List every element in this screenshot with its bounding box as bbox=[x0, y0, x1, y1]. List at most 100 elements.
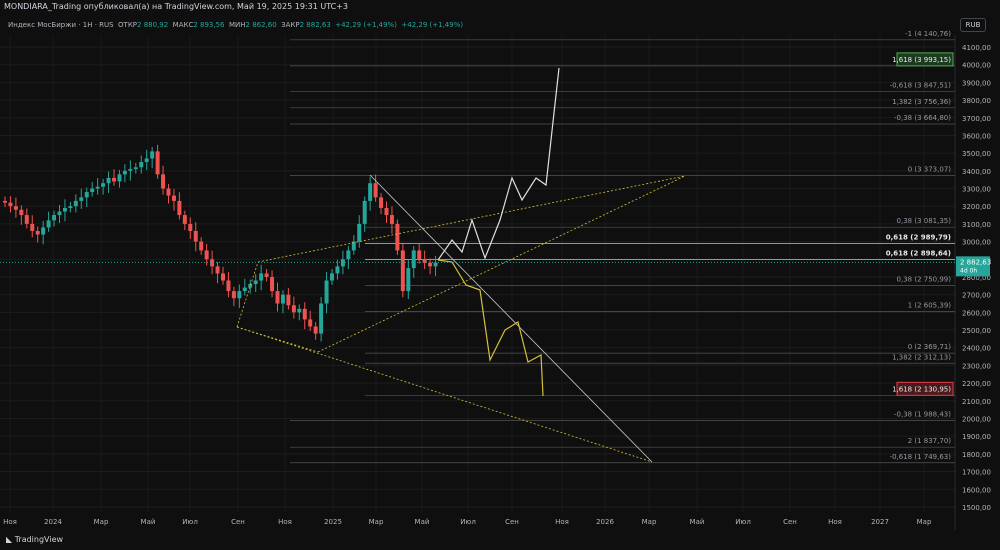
x-tick-label: Мар bbox=[369, 518, 384, 526]
candle bbox=[237, 291, 242, 299]
x-tick-label: Май bbox=[415, 518, 430, 526]
y-tick-label: 1500,00 bbox=[962, 504, 991, 512]
candle bbox=[411, 250, 416, 269]
candle bbox=[226, 280, 231, 292]
candle bbox=[313, 326, 318, 334]
candle bbox=[330, 273, 334, 281]
y-tick-label: 3000,00 bbox=[962, 239, 991, 247]
candle bbox=[259, 273, 264, 281]
symbol-name[interactable]: Индекс МосБиржи · 1H · RUS bbox=[8, 21, 114, 29]
fib-level-label: 0,38 (3 081,35) bbox=[897, 217, 952, 225]
candle bbox=[30, 223, 35, 231]
candle bbox=[8, 202, 13, 207]
candle bbox=[161, 174, 166, 189]
candle bbox=[297, 308, 302, 313]
candle bbox=[112, 177, 116, 182]
bullish-projection-path bbox=[437, 67, 560, 261]
candle bbox=[35, 230, 40, 235]
x-tick-label: Ноя bbox=[3, 518, 17, 526]
candle bbox=[264, 273, 269, 277]
x-tick-label: Сен bbox=[231, 518, 245, 526]
y-tick-label: 3400,00 bbox=[962, 168, 991, 176]
candle bbox=[3, 200, 7, 203]
y-tick-label: 2200,00 bbox=[962, 380, 991, 388]
candle bbox=[73, 200, 78, 207]
y-tick-label: 1800,00 bbox=[962, 451, 991, 459]
candle bbox=[433, 262, 438, 267]
candle bbox=[24, 215, 29, 224]
candle bbox=[417, 250, 422, 260]
y-tick-label: 2000,00 bbox=[962, 415, 991, 423]
y-tick-label: 2500,00 bbox=[962, 327, 991, 335]
candle bbox=[150, 151, 155, 159]
candle bbox=[275, 291, 280, 304]
fib-level-label: 1,382 (2 312,13) bbox=[892, 353, 951, 361]
x-tick-label: Май bbox=[690, 518, 705, 526]
x-tick-label: 2024 bbox=[44, 518, 62, 526]
currency-button[interactable]: RUB bbox=[960, 18, 986, 32]
candle bbox=[133, 167, 138, 170]
change-value-2: +42,29 (+1,49%) bbox=[401, 21, 464, 29]
candle bbox=[177, 200, 182, 216]
low-value: 2 862,60 bbox=[245, 21, 277, 29]
candle bbox=[182, 215, 187, 224]
fib-level-label: 0 (2 369,71) bbox=[908, 343, 952, 351]
candle bbox=[286, 294, 291, 306]
candle bbox=[253, 280, 258, 285]
trend-line bbox=[317, 175, 686, 353]
fib-level-label: 2 (1 837,70) bbox=[908, 437, 952, 445]
y-tick-label: 3300,00 bbox=[962, 186, 991, 194]
close-value: 2 882,63 bbox=[299, 21, 331, 29]
price-chart[interactable]: 4100,00 4000,00 3900,00 3800,00 3700,00 3600,… bbox=[0, 0, 1000, 530]
candle bbox=[46, 220, 51, 228]
x-tick-label: Май bbox=[141, 518, 156, 526]
candle bbox=[231, 291, 236, 299]
candle bbox=[57, 211, 62, 216]
candle bbox=[319, 303, 324, 334]
candle bbox=[373, 183, 378, 198]
x-tick-label: Ноя bbox=[278, 518, 292, 526]
y-tick-label: 3200,00 bbox=[962, 203, 991, 211]
candle bbox=[248, 284, 253, 288]
fib-level-label: 0,38 (2 750,99) bbox=[897, 276, 952, 284]
fib-level-label: 1,618 (3 993,15) bbox=[892, 56, 951, 64]
candle bbox=[144, 158, 149, 162]
x-tick-label: Мар bbox=[642, 518, 657, 526]
candle bbox=[242, 287, 247, 292]
countdown: 4d 0h bbox=[960, 267, 977, 274]
high-label: МАКС bbox=[172, 21, 194, 29]
candle bbox=[362, 200, 367, 224]
y-tick-label: 3100,00 bbox=[962, 221, 991, 229]
candle bbox=[357, 223, 362, 242]
candle bbox=[68, 206, 73, 208]
candle bbox=[280, 294, 285, 304]
candle bbox=[368, 183, 373, 201]
x-tick-label: Мар bbox=[94, 518, 109, 526]
x-tick-label: Ноя bbox=[828, 518, 842, 526]
candle bbox=[106, 177, 111, 184]
candle bbox=[308, 319, 313, 327]
y-tick-label: 3500,00 bbox=[962, 150, 991, 158]
fib-level-label: 1 (2 605,39) bbox=[908, 301, 952, 309]
candle bbox=[406, 268, 411, 292]
candle bbox=[41, 227, 46, 235]
fib-level-label: -0,618 (3 847,51) bbox=[890, 82, 952, 90]
y-tick-label: 1900,00 bbox=[962, 433, 991, 441]
open-label: ОТКР bbox=[118, 21, 138, 29]
brand-text[interactable]: TradingView bbox=[15, 535, 63, 544]
x-tick-label: 2026 bbox=[596, 518, 614, 526]
y-tick-label: 2600,00 bbox=[962, 309, 991, 317]
x-tick-label: Ноя bbox=[555, 518, 569, 526]
x-tick-label: 2025 bbox=[324, 518, 342, 526]
fib-level-label: 0,618 (2 898,64) bbox=[886, 250, 951, 258]
fib-level-label: 0,618 (2 989,79) bbox=[886, 233, 951, 241]
fib-level-label: -0,38 (1 988,43) bbox=[894, 411, 951, 419]
y-tick-label: 2400,00 bbox=[962, 345, 991, 353]
candle bbox=[95, 186, 100, 189]
fib-level-label: -0,618 (1 749,63) bbox=[890, 453, 952, 461]
y-tick-label: 3900,00 bbox=[962, 79, 991, 87]
change-value: +42,29 (+1,49%) bbox=[335, 21, 397, 29]
high-value: 2 893,56 bbox=[193, 21, 225, 29]
y-tick-label: 2300,00 bbox=[962, 362, 991, 370]
candle bbox=[188, 223, 193, 231]
